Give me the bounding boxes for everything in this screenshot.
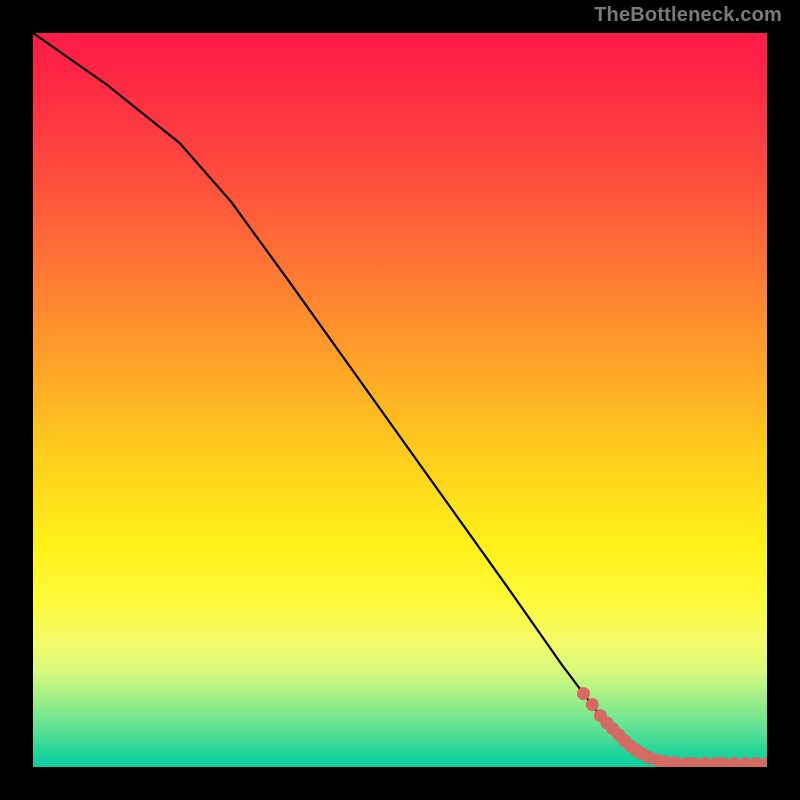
data-point — [577, 687, 590, 700]
data-point — [738, 757, 751, 767]
chart-overlay — [33, 33, 767, 767]
data-point — [586, 698, 599, 711]
chart-stage: TheBottleneck.com — [0, 0, 800, 800]
data-point — [749, 757, 762, 767]
watermark-text: TheBottleneck.com — [594, 4, 782, 27]
data-point — [761, 757, 768, 767]
data-points — [577, 687, 767, 767]
data-point — [698, 757, 711, 767]
data-point — [727, 757, 740, 767]
bottleneck-curve — [33, 33, 767, 763]
plot-area — [33, 33, 767, 767]
